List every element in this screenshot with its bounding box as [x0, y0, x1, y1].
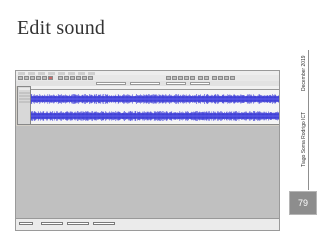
- selection-end-field[interactable]: [67, 222, 89, 225]
- page-number-badge: 79: [289, 191, 317, 215]
- waveform[interactable]: [31, 90, 280, 125]
- pause-button[interactable]: [18, 76, 23, 80]
- selection-tool-icon[interactable]: [58, 76, 63, 80]
- audio-position: [93, 221, 115, 229]
- input-volume-slider[interactable]: [166, 82, 186, 85]
- skip-end-button[interactable]: [42, 76, 47, 80]
- record-meter[interactable]: [96, 82, 126, 85]
- audio-track[interactable]: [31, 90, 280, 125]
- waveform-left-channel: [31, 94, 279, 104]
- playback-meter[interactable]: [130, 82, 160, 85]
- stop-button[interactable]: [30, 76, 35, 80]
- zoom-in-icon[interactable]: [212, 76, 217, 80]
- selection-start-field[interactable]: [41, 222, 63, 225]
- copy-icon[interactable]: [172, 76, 177, 80]
- silence-icon[interactable]: [190, 76, 195, 80]
- selection-toolbar: [16, 218, 279, 230]
- pan-slider[interactable]: [19, 101, 30, 103]
- record-button[interactable]: [48, 76, 53, 80]
- skip-start-button[interactable]: [36, 76, 41, 80]
- empty-track-area[interactable]: [16, 126, 279, 218]
- slide-title: Edit sound: [17, 17, 106, 39]
- paste-icon[interactable]: [178, 76, 183, 80]
- sidebar-date: December 2019: [301, 55, 307, 91]
- sidebar-author: Tiago Soma Rodrigo ICT: [301, 111, 307, 167]
- waveform-right-channel: [31, 111, 279, 121]
- track-name-button[interactable]: [19, 88, 30, 90]
- envelope-tool-icon[interactable]: [64, 76, 69, 80]
- solo-button[interactable]: [19, 95, 30, 97]
- redo-icon[interactable]: [204, 76, 209, 80]
- mute-button[interactable]: [19, 92, 30, 94]
- audio-position-field[interactable]: [93, 222, 115, 225]
- audio-editor-screenshot: [15, 70, 280, 231]
- fit-selection-icon[interactable]: [224, 76, 229, 80]
- sidebar-divider: [308, 50, 309, 190]
- draw-tool-icon[interactable]: [70, 76, 75, 80]
- fit-project-icon[interactable]: [230, 76, 235, 80]
- selection-end: [67, 221, 89, 229]
- play-button[interactable]: [24, 76, 29, 80]
- zoom-tool-icon[interactable]: [76, 76, 81, 80]
- track-control-panel[interactable]: [17, 86, 31, 125]
- slide: Edit sound December 2019 Tiago Soma Rodr…: [0, 0, 320, 240]
- project-rate-field[interactable]: [19, 222, 33, 225]
- timeshift-tool-icon[interactable]: [82, 76, 87, 80]
- gain-slider[interactable]: [19, 98, 30, 100]
- output-volume-slider[interactable]: [190, 82, 210, 85]
- trim-icon[interactable]: [184, 76, 189, 80]
- cut-icon[interactable]: [166, 76, 171, 80]
- project-rate: [19, 221, 33, 229]
- zoom-out-icon[interactable]: [218, 76, 223, 80]
- undo-icon[interactable]: [198, 76, 203, 80]
- multi-tool-icon[interactable]: [88, 76, 93, 80]
- selection-start: [41, 221, 63, 229]
